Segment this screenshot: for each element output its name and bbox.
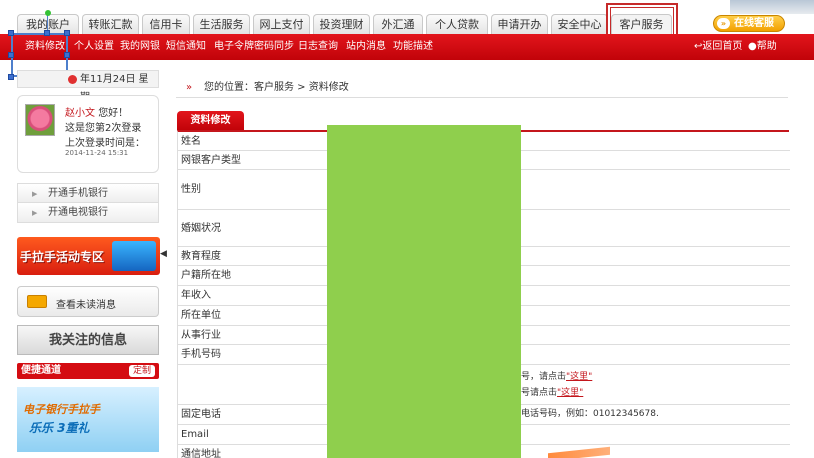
followed-info-heading[interactable]: 我关注的信息 (17, 325, 159, 355)
promo-text: 手拉手活动专区 (20, 250, 105, 264)
sub-nav-bar: 资料修改 个人设置 我的网银 短信通知 电子令牌密码同步 日志查询 站内消息 功… (0, 34, 814, 60)
collapse-arrow-icon[interactable]: ◀ (160, 249, 167, 259)
header-banner-image (730, 0, 814, 14)
landline-example-hint: 电话号码，例如：01012345678. (521, 409, 659, 419)
tab-online-payment[interactable]: 网上支付 (253, 14, 310, 34)
tab-investment[interactable]: 投资理财 (313, 14, 370, 34)
side-link-list: ▶ 开通手机银行 ▶ 开通电视银行 (17, 183, 159, 223)
mobile-hint-1: 号，请点击"这里" (521, 372, 593, 382)
quick-access-title: 便捷通道 (21, 365, 61, 376)
subnav-function-desc[interactable]: 功能描述 (393, 34, 433, 60)
double-chevron-icon: » (186, 82, 193, 93)
subnav-personal-settings[interactable]: 个人设置 (74, 34, 114, 60)
subnav-site-messages[interactable]: 站内消息 (346, 34, 386, 60)
online-service-label: 在线客服 (734, 18, 774, 29)
help-icon: ● (748, 41, 757, 52)
quick-access-bar: 便捷通道 定制 (17, 363, 159, 379)
top-tab-bar: 我的账户 转账汇款 信用卡 生活服务 网上支付 投资理财 外汇通 个人贷款 申请… (0, 0, 814, 54)
unread-messages-button[interactable]: 查看未读消息 (17, 286, 159, 317)
tab-personal-loan[interactable]: 个人贷款 (426, 14, 488, 34)
mobile-hint-1-link[interactable]: "这里" (566, 372, 592, 382)
resize-handle-tl[interactable] (8, 30, 14, 36)
date-bar: 年11月24日 星期一 (17, 70, 159, 103)
calendar-icon (68, 75, 77, 84)
resize-handle-ml[interactable] (8, 52, 14, 58)
form-tab-profile-edit[interactable]: 资料修改 (177, 111, 244, 130)
tab-apply[interactable]: 申请开办 (491, 14, 548, 34)
user-name: 赵小文 (65, 108, 95, 119)
double-arrow-icon: » (717, 18, 730, 29)
resize-handle-bl[interactable] (8, 74, 14, 80)
side-link-tv-banking[interactable]: ▶ 开通电视银行 (17, 203, 159, 223)
banner-line-2: 乐乐 3重礼 (29, 421, 90, 435)
resize-handle-tr[interactable] (64, 30, 70, 36)
user-info-card: 赵小文 您好！ 这是您第2次登录 上次登录时间是： 2014-11-24 15:… (17, 95, 159, 173)
last-login-time: 2014-11-24 15:31 (65, 149, 129, 157)
triangle-right-icon: ▶ (32, 190, 38, 198)
online-service-button[interactable]: » 在线客服 (713, 15, 785, 32)
resize-handle-tc[interactable] (44, 30, 50, 36)
breadcrumb: » 您的位置：客户服务 > 资料修改 (176, 78, 788, 98)
last-login-label: 上次登录时间是： (65, 138, 145, 149)
return-home-link[interactable]: ↩返回首页 (694, 34, 742, 60)
promo-illustration (112, 241, 156, 271)
tab-transfer[interactable]: 转账汇款 (82, 14, 139, 34)
avatar (25, 104, 55, 136)
subnav-token-sync[interactable]: 电子令牌密码同步 (214, 34, 294, 60)
tab-security-center[interactable]: 安全中心 (551, 14, 608, 34)
promo-banner-hand-in-hand[interactable]: 手拉手活动专区 (17, 237, 160, 275)
rotation-handle[interactable] (45, 10, 51, 16)
subnav-sms-notice[interactable]: 短信通知 (166, 34, 206, 60)
login-count: 这是您第2次登录 (65, 123, 142, 134)
triangle-right-icon: ▶ (32, 209, 38, 217)
subnav-log-query[interactable]: 日志查询 (298, 34, 338, 60)
tab-life-services[interactable]: 生活服务 (193, 14, 250, 34)
customize-button[interactable]: 定制 (128, 365, 155, 377)
resize-handle-mr[interactable] (64, 52, 70, 58)
tab-forex[interactable]: 外汇通 (373, 14, 423, 34)
breadcrumb-text: 您的位置：客户服务 > 资料修改 (204, 82, 349, 93)
ebank-promo-banner[interactable]: 电子银行手拉手 乐乐 3重礼 (17, 387, 159, 452)
mobile-hint-2-link[interactable]: "这里" (557, 388, 583, 398)
redaction-mask (327, 125, 521, 458)
side-link-mobile-banking[interactable]: ▶ 开通手机银行 (17, 183, 159, 203)
mobile-hint-2: 号请点击"这里" (521, 388, 584, 398)
user-greeting: 赵小文 您好！ (65, 108, 129, 119)
unread-messages-label: 查看未读消息 (56, 300, 116, 311)
envelope-icon (27, 295, 47, 308)
banner-line-1: 电子银行手拉手 (23, 403, 100, 416)
subnav-my-ebank[interactable]: 我的网银 (120, 34, 160, 60)
help-link[interactable]: ●帮助 (748, 34, 777, 60)
tab-credit-card[interactable]: 信用卡 (142, 14, 190, 34)
